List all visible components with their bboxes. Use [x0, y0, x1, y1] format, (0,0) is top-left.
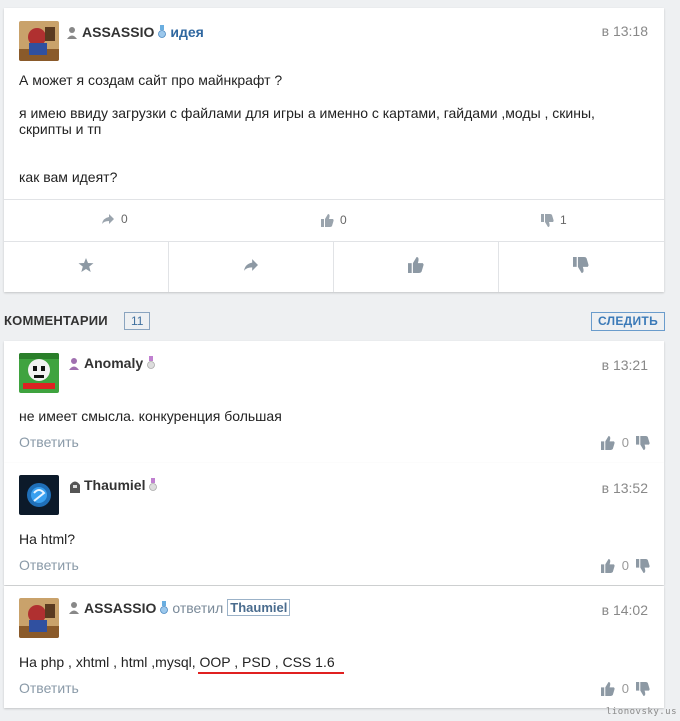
- share-button[interactable]: [241, 255, 261, 275]
- watermark: lionovsky.us: [605, 707, 677, 717]
- replied-to-user[interactable]: Thaumiel: [227, 599, 291, 616]
- dislike-stat: 1: [541, 213, 567, 227]
- like-stat: 0: [321, 213, 347, 227]
- thumbs-down-icon[interactable]: [636, 558, 650, 573]
- dislike-button[interactable]: [571, 255, 591, 275]
- author-row: ASSASSIO ответил Thaumiel: [68, 599, 291, 616]
- share-icon: [244, 259, 258, 271]
- thumbs-up-icon: [408, 257, 424, 273]
- comment-author[interactable]: ASSASSIO: [84, 600, 156, 616]
- reply-link[interactable]: Ответить: [19, 680, 79, 696]
- dislike-count: 1: [560, 213, 567, 227]
- medal-icon: [147, 356, 156, 370]
- post-text-line: скрипты и тп: [19, 121, 102, 137]
- comment-score: 0: [621, 435, 629, 450]
- user-icon: [66, 26, 78, 39]
- like-count: 0: [340, 213, 347, 227]
- comment-text: На php , xhtml , html ,mysql, OOP , PSD …: [19, 654, 335, 671]
- hooded-user-icon: [68, 479, 80, 493]
- divider: [168, 242, 169, 292]
- author-row: Anomaly: [68, 355, 156, 371]
- thumbs-down-icon[interactable]: [636, 681, 650, 696]
- comment-score: 0: [621, 558, 629, 573]
- post-text-line: я имею ввиду загрузки с файлами для игры…: [19, 105, 595, 121]
- red-underline: [198, 672, 344, 674]
- post-text-line: как вам идеят?: [19, 169, 118, 185]
- medal-icon: [149, 478, 158, 492]
- author-row: Thaumiel: [68, 477, 158, 493]
- vote-controls: 0: [600, 558, 650, 573]
- thumbs-down-icon: [541, 213, 554, 227]
- follow-button[interactable]: СЛЕДИТЬ: [590, 312, 665, 331]
- share-icon: [102, 214, 114, 224]
- comment-text: не имеет смысла. конкуренция большая: [19, 408, 282, 424]
- thumbs-up-icon: [321, 213, 334, 227]
- thumbs-down-icon: [573, 257, 589, 273]
- reply-link[interactable]: Ответить: [19, 557, 79, 573]
- divider: [333, 242, 334, 292]
- comment-time: в 13:52: [601, 480, 648, 496]
- avatar[interactable]: [19, 21, 59, 61]
- comments-title: КОММЕНТАРИИ: [4, 313, 108, 328]
- post-author[interactable]: ASSASSIO: [82, 24, 154, 40]
- favorite-button[interactable]: [76, 255, 96, 275]
- avatar[interactable]: [19, 598, 59, 638]
- medal-icon: [158, 25, 167, 39]
- post-text-line: А может я создам сайт про майнкрафт ?: [19, 72, 283, 88]
- star-icon: [78, 258, 94, 272]
- author-row: ASSASSIO идея: [66, 24, 204, 40]
- divider: [498, 242, 499, 292]
- comment-card: Thaumiel в 13:52 На html? Ответить 0: [4, 463, 664, 585]
- thumbs-up-icon[interactable]: [600, 435, 615, 450]
- avatar[interactable]: [19, 353, 59, 393]
- divider: [4, 199, 664, 200]
- comment-text: На html?: [19, 531, 76, 547]
- divider: [4, 241, 664, 242]
- repost-stat: 0: [101, 212, 128, 226]
- like-button[interactable]: [406, 255, 426, 275]
- repost-count: 0: [121, 212, 128, 226]
- comment-time: в 14:02: [601, 602, 648, 618]
- comments-count-badge: 11: [124, 312, 151, 330]
- medal-icon: [160, 600, 169, 615]
- user-icon: [68, 357, 80, 370]
- comment-author[interactable]: Thaumiel: [84, 477, 145, 493]
- thumbs-up-icon[interactable]: [600, 681, 615, 696]
- user-icon: [68, 601, 80, 614]
- vote-controls: 0: [600, 435, 650, 450]
- thumbs-down-icon[interactable]: [636, 435, 650, 450]
- comment-score: 0: [621, 681, 629, 696]
- comment-card: Anomaly в 13:21 не имеет смысла. конкуре…: [4, 341, 664, 463]
- comment-card: ASSASSIO ответил Thaumiel в 14:02 На php…: [4, 586, 664, 708]
- vote-controls: 0: [600, 681, 650, 696]
- comment-author[interactable]: Anomaly: [84, 355, 143, 371]
- comment-text-part: На php , xhtml , html ,mysql,: [19, 654, 200, 670]
- avatar[interactable]: [19, 475, 59, 515]
- post-card: ASSASSIO идея в 13:18 А может я создам с…: [4, 8, 664, 292]
- replied-label: ответил: [172, 599, 224, 616]
- thumbs-up-icon[interactable]: [600, 558, 615, 573]
- comment-time: в 13:21: [601, 357, 648, 373]
- reply-link[interactable]: Ответить: [19, 434, 79, 450]
- post-tag[interactable]: идея: [170, 24, 203, 40]
- comment-text-highlighted: OOP , PSD , CSS 1.6: [199, 654, 335, 670]
- post-time: в 13:18: [601, 23, 648, 39]
